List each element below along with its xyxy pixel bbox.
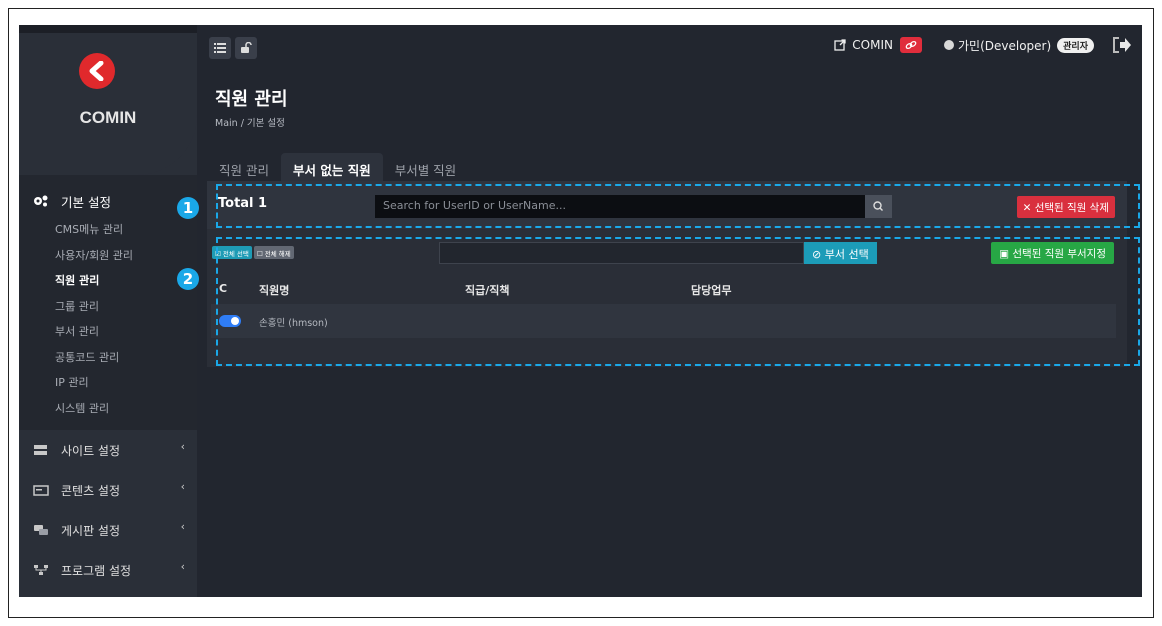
breadcrumb: Main / 기본 설정 (215, 118, 285, 129)
link-icon[interactable] (899, 37, 922, 53)
menu-content-settings[interactable]: 콘텐츠 설정 ‹ (19, 470, 197, 510)
menu-board-settings-label: 게시판 설정 (61, 523, 121, 538)
header-right: COMIN 가민(Developer) 관리자 (834, 33, 1132, 57)
menu-site-settings-label: 사이트 설정 (61, 443, 121, 458)
list-toggle-button[interactable] (209, 37, 231, 59)
menu-program-settings-label: 프로그램 설정 (61, 563, 132, 578)
chevron-left-icon: ‹ (180, 520, 185, 533)
unlock-button[interactable] (235, 37, 257, 59)
chevron-left-icon: ‹ (180, 560, 185, 573)
sidebar-item-ip[interactable]: IP 관리 (19, 370, 197, 396)
sidebar-item-departments[interactable]: 부서 관리 (19, 319, 197, 345)
logo-text: COMIN (79, 108, 137, 127)
user-icon (943, 40, 954, 50)
site-link[interactable]: COMIN (852, 38, 893, 52)
chevron-left-icon: ‹ (180, 480, 185, 493)
annotation-box-1 (216, 184, 1140, 228)
list-icon (214, 43, 226, 53)
chevron-left-icon: ‹ (180, 440, 185, 453)
chain-icon (905, 40, 917, 50)
menu-basic-settings-label: 기본 설정 (61, 194, 111, 210)
card-icon (33, 485, 49, 496)
sidebar-item-system[interactable]: 시스템 관리 (19, 396, 197, 422)
sidebar-item-users[interactable]: 사용자/회원 관리 (19, 243, 197, 269)
menu-content-settings-label: 콘텐츠 설정 (61, 483, 121, 498)
role-badge: 관리자 (1057, 37, 1094, 53)
logo-icon (79, 53, 115, 89)
sidebar-collapsed-menus: 사이트 설정 ‹ 콘텐츠 설정 ‹ 게시판 설정 ‹ 프로그램 설정 ‹ (19, 430, 197, 597)
menu-basic-settings[interactable]: 기본 설정 (19, 185, 197, 217)
user-menu[interactable]: 가민(Developer) 관리자 (943, 37, 1094, 54)
chat-icon (34, 525, 48, 535)
sidebar-top-band (19, 25, 197, 33)
menu-site-settings[interactable]: 사이트 설정 ‹ (19, 430, 197, 470)
sidebar-item-groups[interactable]: 그룹 관리 (19, 294, 197, 320)
chevron-left-icon (89, 61, 104, 81)
annotation-number-1: 1 (177, 197, 199, 219)
gears-icon (34, 195, 48, 207)
logo-area[interactable]: COMIN (19, 33, 197, 175)
sidebar-item-staff[interactable]: 직원 관리 (19, 268, 197, 294)
logout-icon[interactable] (1112, 37, 1132, 53)
sidebar-item-cms-menu[interactable]: CMS메뉴 관리 (19, 217, 197, 243)
sidebar-item-common-codes[interactable]: 공통코드 관리 (19, 345, 197, 371)
sitemap-icon (34, 565, 48, 575)
annotation-box-2 (216, 237, 1140, 366)
server-icon (34, 445, 47, 455)
menu-program-settings[interactable]: 프로그램 설정 ‹ (19, 550, 197, 590)
sidebar: COMIN 기본 설정 CMS메뉴 관리 사용자/회원 관리 직원 관리 그룹 … (19, 25, 197, 597)
unlock-icon (241, 42, 252, 53)
menu-board-settings[interactable]: 게시판 설정 ‹ (19, 510, 197, 550)
page-title: 직원 관리 (215, 89, 288, 110)
external-link-icon (834, 39, 846, 51)
annotation-number-2: 2 (177, 268, 199, 290)
menu-group-basic-settings: 기본 설정 CMS메뉴 관리 사용자/회원 관리 직원 관리 그룹 관리 부서 … (19, 185, 197, 421)
user-name: 가민(Developer) (957, 38, 1052, 53)
